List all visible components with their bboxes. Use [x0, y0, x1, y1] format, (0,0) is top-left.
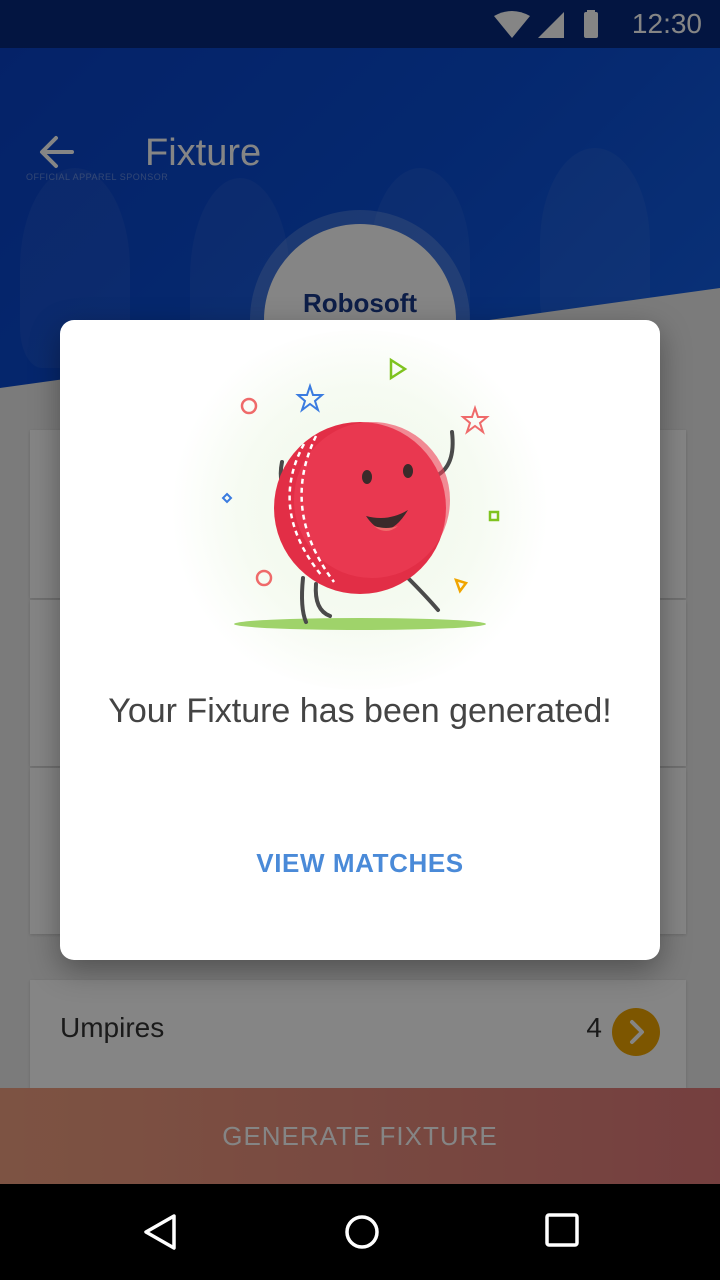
fixture-generated-dialog: Your Fixture has been generated! VIEW MA… [60, 320, 660, 960]
nav-recents-icon[interactable] [544, 1212, 580, 1248]
dialog-message: Your Fixture has been generated! [108, 692, 612, 730]
nav-home-icon[interactable] [342, 1212, 382, 1252]
cricket-ball-mascot-illustration [221, 357, 500, 630]
navigation-bar [0, 1184, 720, 1280]
view-matches-button[interactable]: VIEW MATCHES [230, 838, 490, 888]
nav-back-icon[interactable] [140, 1212, 180, 1252]
